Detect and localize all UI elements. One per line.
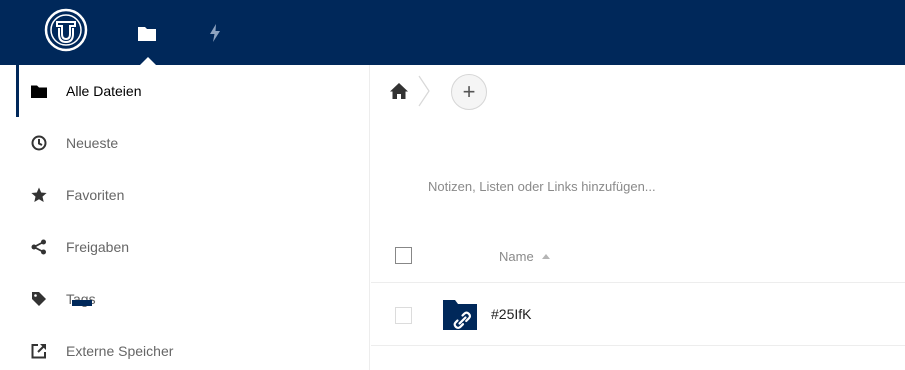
sidebar-item-external-storage[interactable]: Externe Speicher bbox=[0, 325, 370, 370]
sidebar-item-label: Favoriten bbox=[66, 187, 125, 203]
clock-icon bbox=[30, 134, 48, 152]
select-all-checkbox[interactable] bbox=[395, 247, 412, 264]
breadcrumb-separator-icon bbox=[418, 75, 430, 107]
folder-icon bbox=[138, 26, 156, 41]
folder-icon bbox=[30, 82, 48, 100]
main-content: + Notizen, Listen oder Links hinzufügen.… bbox=[371, 65, 905, 370]
top-header bbox=[0, 0, 905, 65]
sidebar-item-label: Freigaben bbox=[66, 239, 130, 255]
sidebar-item-recent[interactable]: Neueste bbox=[0, 117, 370, 169]
sidebar-item-label: Neueste bbox=[66, 135, 119, 151]
external-link-icon bbox=[30, 342, 48, 360]
files-app-button[interactable] bbox=[132, 18, 162, 48]
file-name[interactable]: #25IfK bbox=[491, 306, 531, 322]
sidebar-item-all-files[interactable]: Alle Dateien bbox=[0, 65, 370, 117]
sidebar-item-shares[interactable]: Freigaben bbox=[0, 221, 370, 273]
share-icon bbox=[30, 238, 48, 256]
breadcrumb: + bbox=[371, 65, 905, 117]
lightning-icon bbox=[210, 24, 220, 42]
name-column-label: Name bbox=[499, 249, 534, 264]
tu-logo-icon[interactable] bbox=[43, 7, 89, 53]
shared-link-folder-icon bbox=[443, 300, 477, 330]
home-icon[interactable] bbox=[389, 81, 409, 101]
sidebar-item-favorites[interactable]: Favoriten bbox=[0, 169, 370, 221]
sidebar: Alle Dateien Neueste Favoriten Freigaben… bbox=[0, 65, 370, 370]
sidebar-item-label: Externe Speicher bbox=[66, 343, 174, 359]
table-row[interactable]: #25IfK bbox=[371, 284, 905, 346]
tag-icon bbox=[30, 290, 48, 308]
sidebar-item-tags[interactable]: Tags bbox=[0, 273, 370, 325]
file-table-header: Name bbox=[371, 233, 905, 283]
notes-placeholder[interactable]: Notizen, Listen oder Links hinzufügen... bbox=[428, 179, 656, 194]
activity-app-button[interactable] bbox=[200, 18, 230, 48]
row-checkbox[interactable] bbox=[395, 307, 412, 324]
active-app-indicator bbox=[140, 57, 156, 65]
next-row-folder-icon bbox=[72, 300, 92, 306]
star-icon bbox=[30, 186, 48, 204]
add-new-button[interactable]: + bbox=[451, 74, 487, 110]
sidebar-item-label: Alle Dateien bbox=[66, 83, 142, 99]
name-column-header[interactable]: Name bbox=[499, 249, 550, 264]
sort-ascending-icon bbox=[541, 254, 550, 259]
